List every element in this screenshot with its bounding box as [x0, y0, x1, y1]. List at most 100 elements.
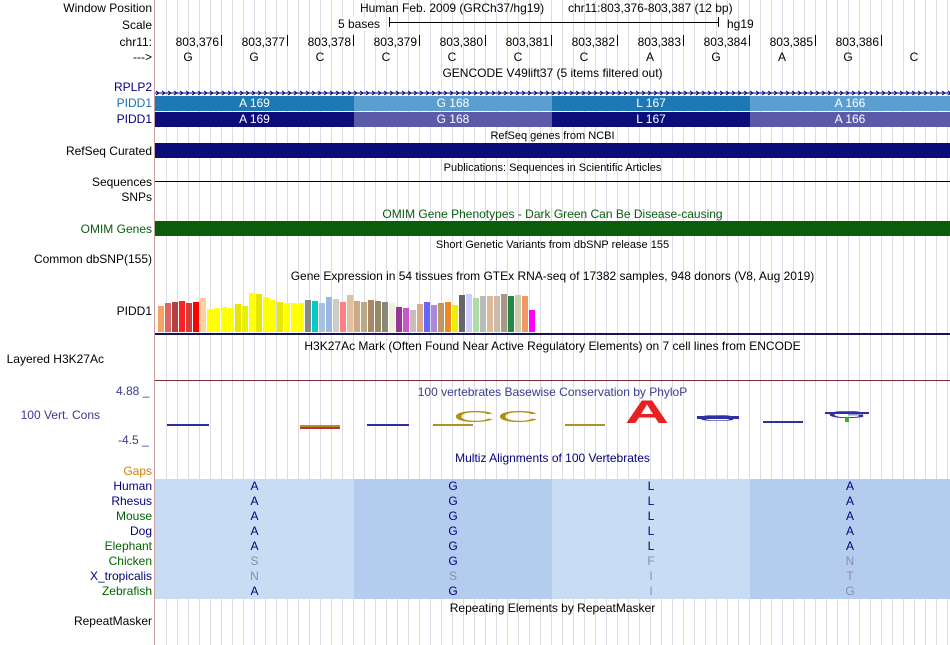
alignment-row[interactable]: AGLA [155, 539, 950, 554]
gtex-bar[interactable] [200, 298, 206, 332]
h3k27ac-label[interactable]: Layered H3K27Ac [0, 352, 104, 367]
gtex-bar[interactable] [172, 302, 178, 332]
gtex-bar[interactable] [270, 300, 276, 332]
rplp2-gene-line[interactable] [155, 85, 950, 96]
gtex-bar[interactable] [417, 304, 423, 332]
alignment-row[interactable]: AGIG [155, 584, 950, 599]
gtex-bar[interactable] [186, 303, 192, 332]
dbsnp-track-title[interactable]: Short Genetic Variants from dbSNP releas… [155, 238, 950, 252]
species-label[interactable]: Dog [0, 524, 152, 539]
repeatmasker-track-title[interactable]: Repeating Elements by RepeatMasker [155, 601, 950, 615]
conservation-label[interactable]: 100 Vert. Cons [0, 408, 100, 423]
refseq-gene-bar[interactable] [155, 143, 950, 158]
alignment-row[interactable]: AGLA [155, 524, 950, 539]
gtex-bar[interactable] [165, 303, 171, 332]
gtex-bar[interactable] [431, 305, 437, 332]
gtex-bar[interactable] [221, 307, 227, 332]
species-label[interactable]: X_tropicalis [0, 569, 152, 584]
gtex-bar[interactable] [368, 300, 374, 332]
scale-label[interactable]: Scale [0, 18, 152, 33]
omim-label[interactable]: OMIM Genes [0, 222, 152, 237]
alignment-row[interactable]: SGFN [155, 554, 950, 569]
gtex-bar[interactable] [249, 293, 255, 332]
gtex-bar[interactable] [396, 307, 402, 332]
gtex-bar[interactable] [193, 302, 199, 332]
gtex-bar[interactable] [375, 301, 381, 332]
exon-segment[interactable]: A 166 [750, 112, 950, 127]
gtex-bar[interactable] [438, 303, 444, 332]
gtex-bar[interactable] [298, 303, 304, 332]
gtex-bar[interactable] [277, 302, 283, 332]
gtex-bar[interactable] [480, 296, 486, 332]
exon-segment[interactable]: A 169 [155, 112, 354, 127]
gtex-bar[interactable] [228, 308, 234, 332]
gencode-label-rplp2[interactable]: RPLP2 [0, 80, 152, 95]
gtex-label[interactable]: PIDD1 [0, 304, 152, 319]
gtex-bar[interactable] [158, 306, 164, 332]
gtex-bar[interactable] [263, 297, 269, 332]
exon-segment[interactable]: A 169 [155, 96, 354, 111]
omim-track-title[interactable]: OMIM Gene Phenotypes - Dark Green Can Be… [155, 207, 950, 221]
gtex-bar[interactable] [347, 295, 353, 332]
repeatmasker-label[interactable]: RepeatMasker [0, 614, 152, 629]
species-label[interactable]: Mouse [0, 509, 152, 524]
chrom-label[interactable]: chr11: [0, 35, 152, 50]
alignment-row[interactable]: AGLA [155, 494, 950, 509]
gtex-bar[interactable] [382, 302, 388, 332]
gencode-label-pidd1-b[interactable]: PIDD1 [0, 112, 152, 127]
gtex-bar[interactable] [466, 294, 472, 332]
gtex-bar[interactable] [494, 296, 500, 332]
conservation-logo[interactable]: C C A G G [155, 394, 950, 436]
alignment-row[interactable]: NSIT [155, 569, 950, 584]
refseq-label[interactable]: RefSeq Curated [0, 144, 152, 159]
alignment-row[interactable]: AGLA [155, 479, 950, 494]
species-label[interactable]: Chicken [0, 554, 152, 569]
exon-segment[interactable]: G 168 [354, 112, 552, 127]
multiz-track-title[interactable]: Multiz Alignments of 100 Vertebrates [155, 451, 950, 465]
exon-segment[interactable]: G 168 [354, 96, 552, 111]
window-position-label[interactable]: Window Position [0, 1, 152, 16]
gtex-bar[interactable] [410, 310, 416, 332]
gtex-bar[interactable] [284, 303, 290, 332]
gtex-bar[interactable] [389, 303, 395, 332]
gtex-bar[interactable] [403, 308, 409, 332]
gtex-bar[interactable] [340, 302, 346, 332]
gtex-bar[interactable] [256, 294, 262, 332]
gtex-bar[interactable] [522, 296, 528, 332]
gtex-bar[interactable] [207, 309, 213, 332]
gtex-bar[interactable] [291, 303, 297, 332]
gtex-bar[interactable] [515, 295, 521, 332]
snps-label[interactable]: SNPs [0, 190, 152, 205]
gencode-label-pidd1-a[interactable]: PIDD1 [0, 96, 152, 111]
pidd1-transcript-b[interactable]: A 169 G 168 L 167 A 166 [155, 112, 950, 127]
gtex-bar[interactable] [529, 310, 535, 332]
sequences-label[interactable]: Sequences [0, 175, 152, 190]
gtex-bar[interactable] [305, 300, 311, 332]
gtex-bar[interactable] [354, 301, 360, 332]
publications-track-title[interactable]: Publications: Sequences in Scientific Ar… [155, 161, 950, 175]
gtex-bar[interactable] [445, 302, 451, 332]
gaps-label[interactable]: Gaps [0, 464, 152, 479]
species-label[interactable]: Rhesus [0, 494, 152, 509]
gtex-bar[interactable] [242, 306, 248, 332]
exon-segment[interactable]: A 166 [750, 96, 950, 111]
gtex-bar[interactable] [179, 301, 185, 332]
gtex-bar[interactable] [333, 299, 339, 332]
genome-browser-image[interactable]: Window Position Human Feb. 2009 (GRCh37/… [0, 0, 950, 645]
gtex-bar[interactable] [487, 296, 493, 332]
exon-segment[interactable]: L 167 [552, 96, 750, 111]
omim-gene-bar[interactable] [155, 221, 950, 236]
gtex-bar[interactable] [508, 296, 514, 332]
gencode-track-title[interactable]: GENCODE V49lift37 (5 items filtered out) [155, 66, 950, 80]
gtex-bar[interactable] [312, 301, 318, 332]
dbsnp-label[interactable]: Common dbSNP(155) [0, 252, 152, 267]
gtex-bar[interactable] [424, 302, 430, 332]
exon-segment[interactable]: L 167 [552, 112, 750, 127]
gtex-track-title[interactable]: Gene Expression in 54 tissues from GTEx … [155, 269, 950, 283]
gtex-bar[interactable] [235, 304, 241, 332]
species-label[interactable]: Human [0, 479, 152, 494]
gtex-bar[interactable] [473, 298, 479, 332]
species-label[interactable]: Elephant [0, 539, 152, 554]
gtex-bar[interactable] [452, 305, 458, 332]
gtex-bar[interactable] [319, 303, 325, 332]
